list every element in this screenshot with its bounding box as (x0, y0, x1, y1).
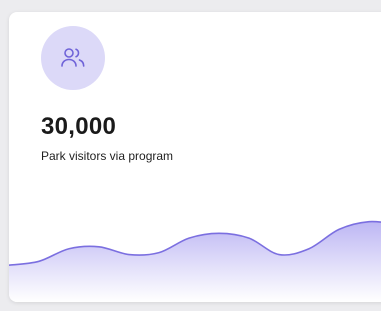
metric-value: 30,000 (41, 113, 117, 140)
sparkline-chart (9, 220, 381, 302)
icon-badge (41, 26, 105, 90)
users-icon (61, 48, 85, 67)
sparkline-area (9, 221, 381, 302)
stat-card: 30,000 Park visitors via program (9, 12, 381, 302)
metric-label: Park visitors via program (41, 149, 174, 163)
